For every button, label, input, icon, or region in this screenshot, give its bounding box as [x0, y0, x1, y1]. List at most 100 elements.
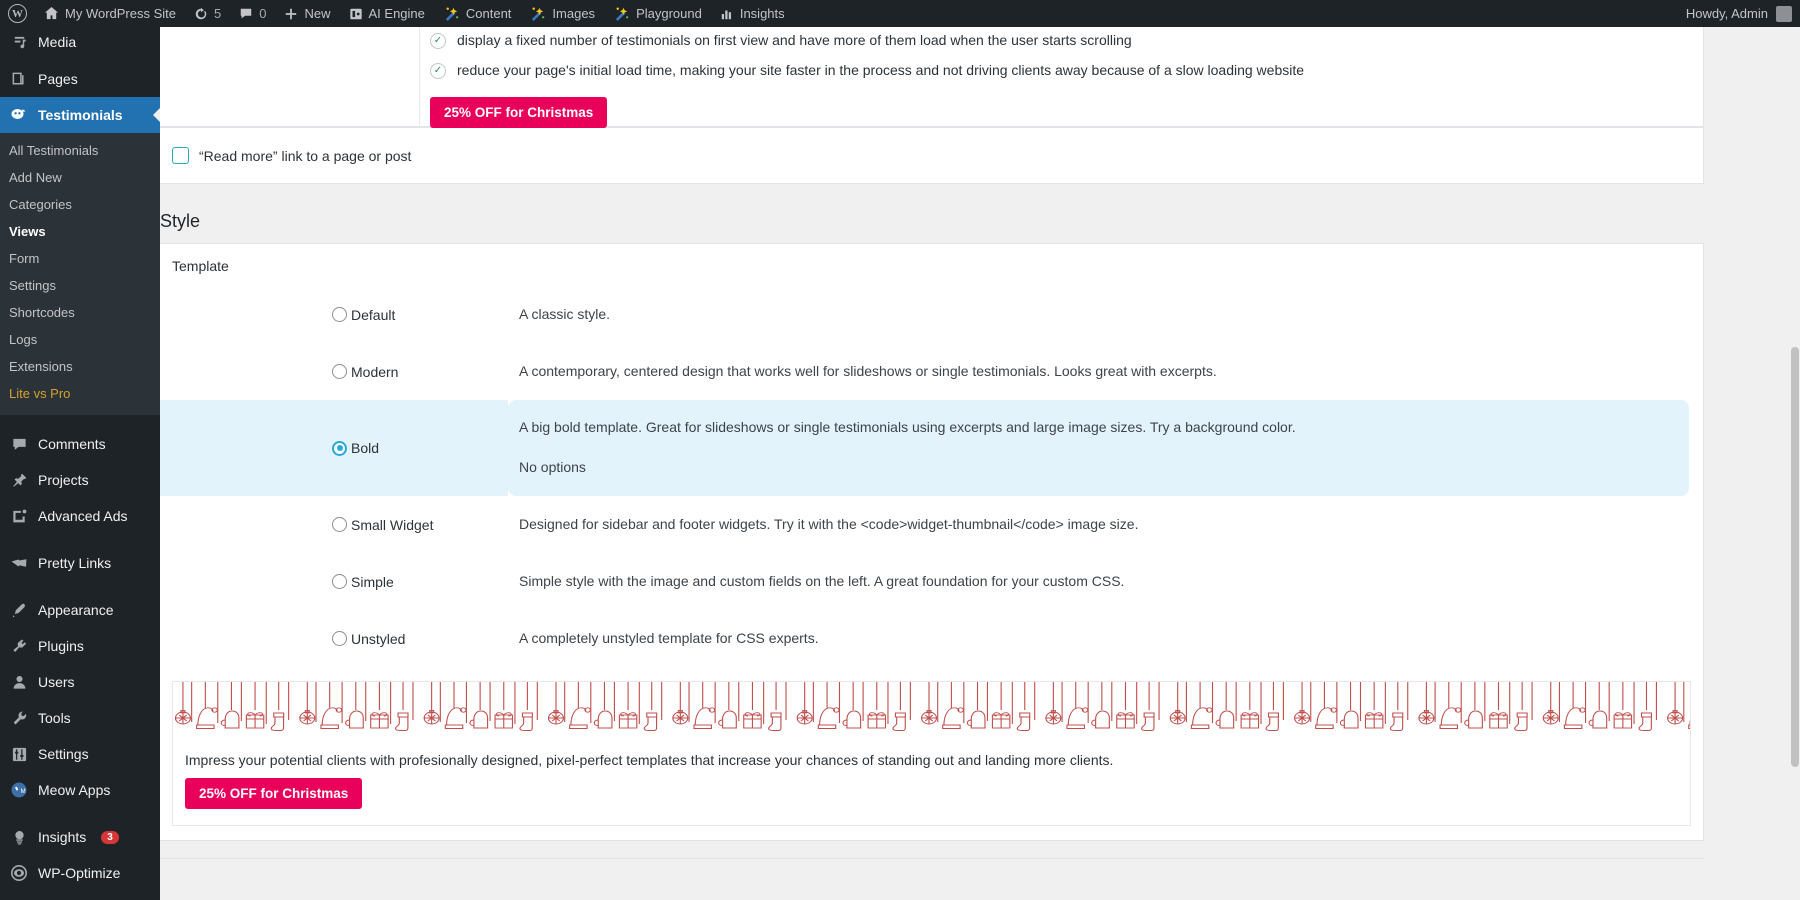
- sidebar-item-meow-apps[interactable]: M Meow Apps: [0, 772, 160, 808]
- template-option-row[interactable]: Unstyled A completely unstyled template …: [160, 610, 1703, 667]
- sidebar-item-comments[interactable]: Comments: [0, 426, 160, 462]
- template-field-label: Template: [160, 244, 1703, 280]
- main-content: ✓ display a fixed number of testimonials…: [160, 27, 1800, 900]
- sidebar-item-users[interactable]: Users: [0, 664, 160, 700]
- xmas-discount-button-bottom[interactable]: 25% OFF for Christmas: [185, 778, 362, 809]
- adminbar-updates[interactable]: 5: [185, 0, 230, 27]
- promo-bullet-text: reduce your page's initial load time, ma…: [457, 60, 1304, 80]
- adminbar-ai-engine[interactable]: AI Engine: [340, 0, 434, 27]
- adminbar-account[interactable]: Howdy, Admin: [1686, 6, 1800, 22]
- adminbar-images[interactable]: Images: [520, 0, 604, 27]
- radio-icon-checked[interactable]: [332, 441, 347, 456]
- sidebar-item-add-new[interactable]: Add New: [0, 164, 160, 191]
- sidebar-label-pretty-links: Pretty Links: [38, 555, 111, 572]
- sidebar-label-views: Views: [9, 224, 46, 239]
- appearance-icon: [9, 600, 29, 620]
- adminbar-new[interactable]: New: [275, 0, 339, 27]
- sidebar-item-tools[interactable]: Tools: [0, 700, 160, 736]
- radio-icon[interactable]: [332, 517, 347, 532]
- template-desc-unstyled: A completely unstyled template for CSS e…: [519, 628, 1703, 649]
- radio-icon[interactable]: [332, 574, 347, 589]
- magic-wand-icon: [613, 5, 630, 22]
- template-radio-unstyled[interactable]: Unstyled: [332, 631, 405, 647]
- sidebar-label-insights: Insights: [38, 829, 86, 846]
- radio-icon[interactable]: [332, 364, 347, 379]
- template-radio-default[interactable]: Default: [332, 307, 395, 323]
- sidebar-item-media[interactable]: Media: [0, 27, 160, 61]
- sidebar-submenu-testimonials: All Testimonials Add New Categories View…: [0, 133, 160, 415]
- wp-optimize-icon: [9, 863, 29, 883]
- template-desc-bold: A big bold template. Great for slideshow…: [519, 417, 1689, 438]
- sidebar-item-shortcodes[interactable]: Shortcodes: [0, 299, 160, 326]
- sidebar-item-views[interactable]: Views: [0, 218, 160, 245]
- sidebar-item-appearance[interactable]: Appearance: [0, 592, 160, 628]
- sidebar-item-wp-optimize[interactable]: WP-Optimize: [0, 855, 160, 891]
- meow-apps-icon: M: [9, 780, 29, 800]
- template-option-row-selected[interactable]: Bold A big bold template. Great for slid…: [160, 400, 1703, 496]
- radio-icon[interactable]: [332, 307, 347, 322]
- template-option-row[interactable]: Modern A contemporary, centered design t…: [160, 343, 1703, 400]
- sidebar-item-testimonials[interactable]: Testimonials: [0, 97, 160, 133]
- page-scrollbar[interactable]: [1790, 27, 1800, 900]
- sidebar-item-settings[interactable]: Settings: [0, 272, 160, 299]
- sidebar-label-users: Users: [38, 674, 75, 691]
- sidebar-item-advanced-ads[interactable]: Advanced Ads: [0, 498, 160, 534]
- sidebar-label-logs: Logs: [9, 332, 37, 347]
- sidebar-item-divi[interactable]: Divi: [0, 891, 160, 900]
- settings-icon: [9, 744, 29, 764]
- sidebar-item-projects[interactable]: Projects: [0, 462, 160, 498]
- adminbar-ai-engine-label: AI Engine: [369, 6, 425, 21]
- testimonials-icon: [9, 105, 29, 125]
- promo-bullet: ✓ display a fixed number of testimonials…: [430, 28, 1703, 52]
- adminbar-insights-label: Insights: [740, 6, 785, 21]
- adminbar-wp-logo[interactable]: [0, 0, 35, 27]
- sidebar-item-settings[interactable]: Settings: [0, 736, 160, 772]
- sidebar-label-lite-vs-pro: Lite vs Pro: [9, 386, 70, 401]
- template-card: Template Default A classic style.: [160, 243, 1704, 841]
- xmas-discount-button-top[interactable]: 25% OFF for Christmas: [430, 97, 607, 128]
- adminbar-playground-label: Playground: [636, 6, 702, 21]
- template-option-row[interactable]: Default A classic style.: [160, 286, 1703, 343]
- radio-icon[interactable]: [332, 631, 347, 646]
- update-icon: [194, 7, 208, 21]
- adminbar-insights[interactable]: Insights: [711, 0, 794, 27]
- adminbar-comments[interactable]: 0: [230, 0, 275, 27]
- template-radio-small-widget[interactable]: Small Widget: [332, 517, 433, 533]
- adminbar-playground[interactable]: Playground: [604, 0, 711, 27]
- template-radio-bold[interactable]: Bold: [332, 440, 379, 456]
- sidebar-item-extensions[interactable]: Extensions: [0, 353, 160, 380]
- adminbar-comments-count: 0: [259, 6, 266, 21]
- read-more-checkbox[interactable]: [172, 147, 189, 164]
- sidebar-item-pretty-links[interactable]: Pretty Links: [0, 545, 160, 581]
- scrollbar-thumb[interactable]: [1791, 347, 1799, 767]
- sidebar-item-logs[interactable]: Logs: [0, 326, 160, 353]
- tools-icon: [9, 708, 29, 728]
- check-icon: ✓: [430, 33, 446, 49]
- sidebar-label-media: Media: [38, 34, 76, 51]
- avatar: [1776, 6, 1792, 22]
- promo-banner-text: Impress your potential clients with prof…: [173, 740, 1690, 768]
- sidebar-item-pages[interactable]: Pages: [0, 61, 160, 97]
- sidebar-item-form[interactable]: Form: [0, 245, 160, 272]
- template-radio-modern[interactable]: Modern: [332, 364, 398, 380]
- adminbar-content[interactable]: Content: [434, 0, 521, 27]
- template-radio-simple[interactable]: Simple: [332, 574, 394, 590]
- template-option-row[interactable]: Small Widget Designed for sidebar and fo…: [160, 496, 1703, 553]
- adminbar-site-label: My WordPress Site: [65, 6, 176, 21]
- sidebar-item-insights[interactable]: Insights 3: [0, 819, 160, 855]
- promo-banner-bottom: Impress your potential clients with prof…: [172, 681, 1691, 826]
- sidebar-item-plugins[interactable]: Plugins: [0, 628, 160, 664]
- adminbar-site-name[interactable]: My WordPress Site: [35, 0, 185, 27]
- template-label-simple: Simple: [351, 574, 394, 590]
- sidebar-divider: [0, 415, 160, 426]
- sidebar-label-projects: Projects: [38, 472, 89, 489]
- sidebar-label-wp-optimize: WP-Optimize: [38, 865, 120, 882]
- sidebar-item-categories[interactable]: Categories: [0, 191, 160, 218]
- template-label-unstyled: Unstyled: [351, 631, 405, 647]
- wordpress-logo-icon: [8, 4, 27, 23]
- sidebar-label-meow-apps: Meow Apps: [38, 782, 110, 799]
- template-option-row[interactable]: Simple Simple style with the image and c…: [160, 553, 1703, 610]
- sidebar-item-lite-vs-pro[interactable]: Lite vs Pro: [0, 380, 160, 407]
- sidebar-item-all-testimonials[interactable]: All Testimonials: [0, 137, 160, 164]
- sidebar-label-pages: Pages: [38, 71, 78, 88]
